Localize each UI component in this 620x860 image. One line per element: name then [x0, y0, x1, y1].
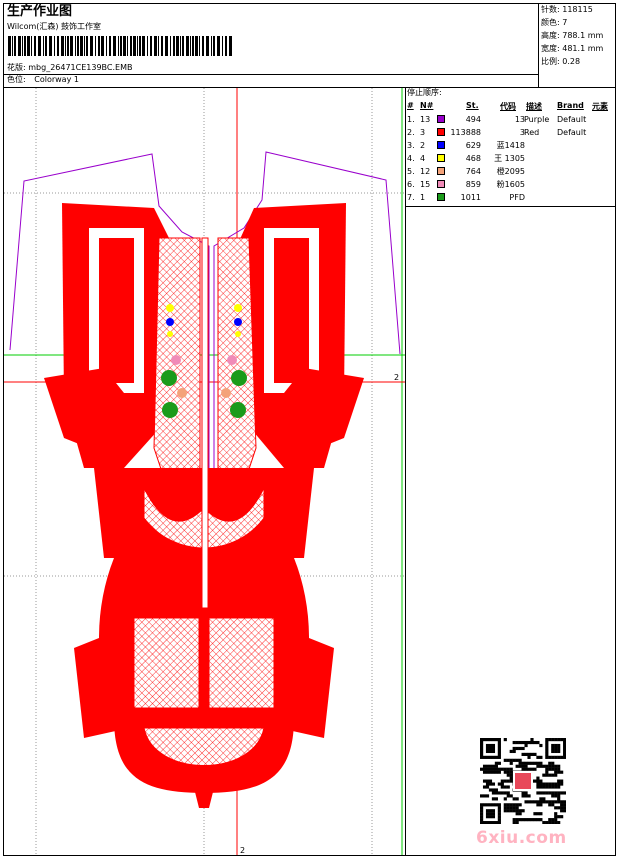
colorway-line: 色位: Colorway 1: [7, 75, 79, 85]
table-row: 4. 4 468 王 1305: [406, 152, 616, 165]
row-needle: 1: [420, 193, 426, 202]
row-index: 2.: [407, 128, 415, 137]
stat-value: 7: [562, 18, 568, 27]
row-code: 3: [519, 128, 525, 137]
design-file-line: 花版: mbg_26471CE139BC.EMB: [7, 63, 132, 73]
color-swatch: [437, 128, 445, 136]
row-needle: 15: [420, 180, 431, 189]
colorway-value: Colorway 1: [34, 75, 79, 84]
table-row: 3. 2 629 蓝1418: [406, 139, 616, 152]
stat-item: 宽度: 481.1 mm: [541, 44, 603, 54]
stat-label: 比例:: [541, 57, 560, 66]
col-brand: Brand: [557, 101, 584, 110]
row-index: 6.: [407, 180, 415, 189]
col-needle: N#: [420, 101, 434, 110]
stat-item: 高度: 788.1 mm: [541, 31, 603, 41]
stat-value: 118115: [562, 5, 593, 14]
row-index: 3.: [407, 141, 415, 150]
center-placket: [201, 237, 209, 609]
row-code: 粉1605: [496, 180, 525, 189]
stat-value: 788.1 mm: [562, 31, 604, 40]
row-stitches: 113888: [450, 128, 481, 137]
row-brand: Default: [557, 115, 587, 124]
table-row: 6. 15 859 粉1605: [406, 178, 616, 191]
stat-label: 针数:: [541, 5, 560, 14]
stats-divider: [538, 3, 539, 88]
row-code: PFD: [509, 193, 525, 202]
embroidery-design-preview: 2 2: [4, 88, 405, 855]
row-brand: Default: [557, 128, 587, 137]
row-stitches: 859: [465, 180, 481, 189]
stop-sequence-title: 停止顺序:: [407, 88, 442, 97]
qr-code-icon: [480, 738, 566, 824]
stat-item: 比例: 0.28: [541, 57, 580, 67]
table-row: 7. 1 1011 PFD: [406, 191, 616, 204]
row-needle: 3: [420, 128, 426, 137]
row-code: 13: [514, 115, 525, 124]
row-needle: 13: [420, 115, 431, 124]
header-divider: [3, 74, 539, 75]
row-stitches: 629: [465, 141, 481, 150]
page-title: 生产作业图: [7, 4, 73, 19]
color-swatch: [437, 115, 445, 123]
stat-value: 481.1 mm: [562, 44, 604, 53]
barcode-icon: [8, 36, 232, 56]
table-row: 2. 3 113888 3 Red Default: [406, 126, 616, 139]
colorway-label: 色位:: [7, 75, 26, 84]
row-stitches: 494: [465, 115, 481, 124]
row-needle: 2: [420, 141, 426, 150]
marker-h: 2: [394, 373, 399, 382]
row-code: 王 1305: [494, 154, 525, 163]
table-bottom-line: [405, 206, 616, 207]
studio-name: Wilcom(汇森) 鼓饰工作室: [7, 22, 102, 31]
col-description: 描述: [526, 102, 542, 111]
row-index: 1.: [407, 115, 415, 124]
color-swatch: [437, 154, 445, 162]
col-index: #: [407, 101, 414, 110]
row-index: 5.: [407, 167, 415, 176]
marker-v: 2: [240, 846, 245, 855]
row-stitches: 1011: [460, 193, 481, 202]
design-file: mbg_26471CE139BC.EMB: [28, 63, 133, 72]
row-needle: 4: [420, 154, 426, 163]
row-index: 4.: [407, 154, 415, 163]
table-row: 1. 13 494 13 Purple Default: [406, 113, 616, 126]
row-stitches: 468: [465, 154, 481, 163]
stat-item: 针数: 118115: [541, 5, 593, 15]
color-swatch: [437, 167, 445, 175]
color-swatch: [437, 193, 445, 201]
color-swatch: [437, 180, 445, 188]
row-description: Purple: [524, 115, 550, 124]
design-label: 花版:: [7, 63, 26, 72]
col-code: 代码: [500, 102, 516, 111]
row-description: Red: [524, 128, 540, 137]
stat-item: 颜色: 7: [541, 18, 567, 28]
col-element: 元素: [592, 102, 608, 111]
row-stitches: 764: [465, 167, 481, 176]
row-needle: 12: [420, 167, 431, 176]
row-code: 蓝1418: [496, 141, 525, 150]
watermark: 6xiu.com: [476, 828, 567, 848]
stat-label: 颜色:: [541, 18, 560, 27]
row-index: 7.: [407, 193, 415, 202]
stat-label: 高度:: [541, 31, 560, 40]
col-stitches: St.: [466, 101, 479, 110]
row-code: 橙2095: [496, 167, 525, 176]
stat-label: 宽度:: [541, 44, 560, 53]
table-row: 5. 12 764 橙2095: [406, 165, 616, 178]
color-swatch: [437, 141, 445, 149]
stat-value: 0.28: [562, 57, 581, 66]
